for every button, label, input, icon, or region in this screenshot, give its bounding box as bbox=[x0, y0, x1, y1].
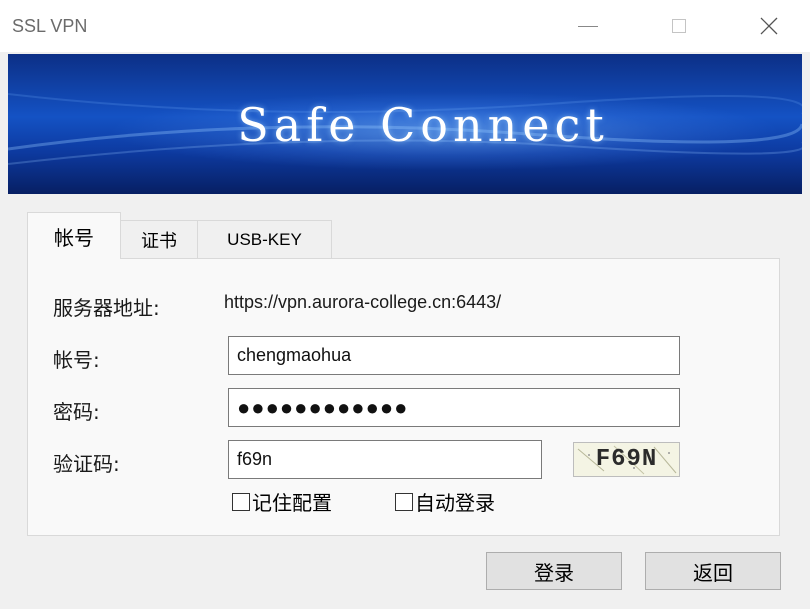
maximize-button[interactable] bbox=[656, 8, 702, 44]
password-input[interactable]: ●●●●●●●●●●●● bbox=[228, 388, 680, 427]
auto-login-label: 自动登录 bbox=[415, 491, 495, 515]
window-title: SSL VPN bbox=[12, 16, 88, 36]
remember-config-checkbox[interactable]: 记住配置 bbox=[232, 487, 332, 516]
minimize-button[interactable] bbox=[565, 8, 611, 44]
captcha-image[interactable]: F69N bbox=[573, 442, 680, 477]
remember-config-label: 记住配置 bbox=[252, 491, 332, 515]
captcha-input[interactable]: f69n bbox=[228, 440, 542, 479]
banner: Safe Connect bbox=[8, 54, 802, 194]
server-address: https://vpn.aurora-college.cn:6443/ bbox=[224, 292, 502, 312]
password-label: 密码: bbox=[53, 400, 100, 424]
server-label: 服务器地址: bbox=[53, 296, 160, 320]
title-bar: SSL VPN bbox=[0, 0, 810, 52]
account-input[interactable]: chengmaohua bbox=[228, 336, 680, 375]
close-icon bbox=[760, 17, 778, 35]
captcha-text: F69N bbox=[595, 446, 658, 473]
captcha-label: 验证码: bbox=[53, 452, 120, 476]
checkbox-box[interactable] bbox=[232, 492, 250, 511]
account-label: 帐号: bbox=[53, 348, 100, 372]
checkbox-box[interactable] bbox=[395, 492, 413, 511]
minimize-icon bbox=[578, 25, 598, 27]
auto-login-checkbox[interactable]: 自动登录 bbox=[395, 487, 495, 516]
tab-certificate[interactable]: 证书 bbox=[120, 220, 198, 258]
tab-usb-key[interactable]: USB-KEY bbox=[197, 220, 332, 258]
tab-account[interactable]: 帐号 bbox=[27, 212, 121, 259]
close-button[interactable] bbox=[746, 8, 792, 44]
back-button[interactable]: 返回 bbox=[645, 552, 781, 590]
banner-title: Safe Connect bbox=[237, 98, 609, 152]
maximize-icon bbox=[672, 19, 686, 33]
login-button[interactable]: 登录 bbox=[486, 552, 622, 590]
